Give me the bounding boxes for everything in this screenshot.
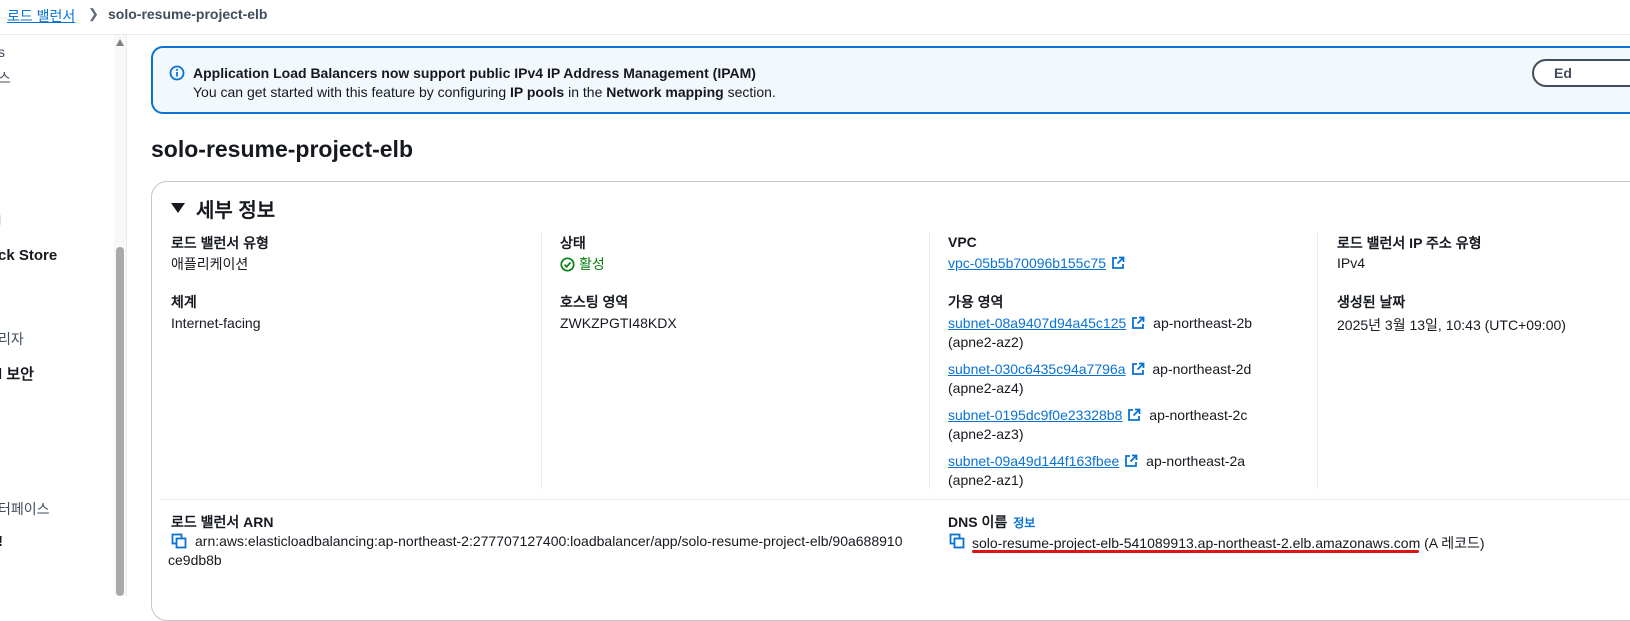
- banner-body-text: section.: [727, 84, 776, 100]
- subnet-az: ap-northeast-2b: [1153, 315, 1253, 331]
- external-link-icon[interactable]: [1111, 256, 1125, 270]
- subnet-entry: subnet-08a9407d94a45c125 ap-northeast-2b: [948, 315, 1252, 331]
- scroll-up-arrow-icon[interactable]: [116, 39, 124, 46]
- banner-body-text: in the: [568, 84, 603, 100]
- status-label: 상태: [560, 235, 586, 251]
- created-date-label: 생성된 날짜: [1337, 294, 1406, 310]
- banner-body-text: You can get started with this feature by…: [193, 84, 507, 100]
- subnet-entry: subnet-09a49d144f163fbee ap-northeast-2a: [948, 453, 1245, 469]
- vpc-value: vpc-05b5b70096b155c75: [948, 255, 1125, 271]
- external-link-icon[interactable]: [1124, 454, 1138, 468]
- subnet-az: ap-northeast-2a: [1146, 453, 1246, 469]
- column-divider: [1317, 232, 1318, 489]
- sidebar-item[interactable]: 스: [0, 68, 11, 88]
- sidebar-scroll-thumb[interactable]: [116, 247, 124, 596]
- subnet-entry: subnet-0195dc9f0e23328b8 ap-northeast-2c: [948, 407, 1247, 423]
- dns-name-value: solo-resume-project-elb-541089913.ap-nor…: [972, 535, 1421, 551]
- external-link-icon[interactable]: [1127, 408, 1141, 422]
- info-icon: [169, 65, 185, 81]
- subnet-link[interactable]: subnet-0195dc9f0e23328b8: [948, 407, 1122, 423]
- dns-name-label: DNS 이름 정보: [948, 512, 1035, 532]
- banner-body: You can get started with this feature by…: [193, 84, 776, 100]
- subnet-zone-id: (apne2-az2): [948, 334, 1024, 350]
- sidebar-item[interactable]: l: [0, 212, 1, 228]
- status-value: 활성: [579, 256, 605, 272]
- subnet-zone-id: (apne2-az1): [948, 472, 1024, 488]
- subnet-zone-id: (apne2-az3): [948, 426, 1024, 442]
- arn-value-continued: ce9db8b: [168, 552, 222, 568]
- vpc-link[interactable]: vpc-05b5b70096b155c75: [948, 255, 1106, 271]
- subnet-az: ap-northeast-2c: [1149, 407, 1248, 423]
- status-badge: 활성: [560, 254, 605, 274]
- subnet-link[interactable]: subnet-09a49d144f163fbee: [948, 453, 1119, 469]
- check-circle-icon: [560, 256, 575, 272]
- sidebar-item[interactable]: 터페이스: [0, 499, 50, 519]
- sidebar: s 스 l ck Store 리자 l 보안 터페이스 !: [0, 35, 127, 596]
- banner-body-emphasis: Network mapping: [606, 84, 724, 100]
- annotation-underline: [972, 550, 1419, 553]
- subnet-az: ap-northeast-2d: [1152, 361, 1252, 377]
- subnet-zone-id: (apne2-az4): [948, 380, 1024, 396]
- sidebar-section-heading[interactable]: l 보안: [0, 363, 34, 384]
- copy-icon[interactable]: [171, 533, 187, 549]
- hosted-zone-value: ZWKZPGTI48KDX: [560, 315, 677, 331]
- sidebar-section-heading[interactable]: ck Store: [0, 247, 57, 264]
- details-section-title[interactable]: 세부 정보: [196, 194, 275, 223]
- sidebar-item[interactable]: s: [0, 44, 5, 60]
- hosted-zone-label: 호스팅 영역: [560, 294, 629, 310]
- subnet-link[interactable]: subnet-08a9407d94a45c125: [948, 315, 1126, 331]
- arn-label: 로드 밸런서 ARN: [171, 514, 274, 530]
- banner-title: Application Load Balancers now support p…: [193, 65, 756, 81]
- sidebar-section-heading[interactable]: !: [0, 533, 3, 550]
- external-link-icon[interactable]: [1131, 362, 1145, 376]
- scheme-label: 체계: [171, 294, 197, 310]
- banner-edit-button[interactable]: Ed: [1532, 59, 1630, 87]
- dns-name-label-text: DNS 이름: [948, 514, 1008, 530]
- breadcrumb-current: solo-resume-project-elb: [108, 6, 268, 22]
- lb-type-value: 애플리케이션: [171, 256, 249, 272]
- banner-body-emphasis: IP pools: [510, 84, 565, 100]
- copy-icon[interactable]: [949, 533, 965, 549]
- column-divider: [929, 232, 930, 489]
- vpc-label: VPC: [948, 234, 977, 250]
- chevron-right-icon: ❯: [88, 6, 99, 21]
- ip-type-label: 로드 밸런서 IP 주소 유형: [1337, 235, 1482, 251]
- lb-type-label: 로드 밸런서 유형: [171, 235, 269, 251]
- sidebar-item[interactable]: 리자: [0, 329, 24, 349]
- breadcrumb-load-balancers-link[interactable]: 로드 밸런서: [7, 6, 75, 26]
- az-label: 가용 영역: [948, 294, 1004, 310]
- ip-type-value: IPv4: [1337, 255, 1366, 271]
- created-date-value: 2025년 3월 13일, 10:43 (UTC+09:00): [1337, 317, 1566, 333]
- caret-down-icon[interactable]: [171, 203, 185, 213]
- subnet-link[interactable]: subnet-030c6435c94a7796a: [948, 361, 1126, 377]
- info-flash-banner: Application Load Balancers now support p…: [151, 46, 1630, 114]
- dns-info-link[interactable]: 정보: [1013, 516, 1035, 530]
- external-link-icon[interactable]: [1131, 316, 1145, 330]
- column-divider: [541, 232, 542, 489]
- dns-record-type: (A 레코드): [1424, 535, 1485, 551]
- subnet-entry: subnet-030c6435c94a7796a ap-northeast-2d: [948, 361, 1251, 377]
- row-divider: [160, 499, 1630, 500]
- page-title: solo-resume-project-elb: [151, 136, 413, 162]
- breadcrumb-bar: 로드 밸런서 ❯ solo-resume-project-elb: [0, 0, 1630, 35]
- scheme-value: Internet-facing: [171, 315, 261, 331]
- arn-value: arn:aws:elasticloadbalancing:ap-northeas…: [195, 533, 903, 549]
